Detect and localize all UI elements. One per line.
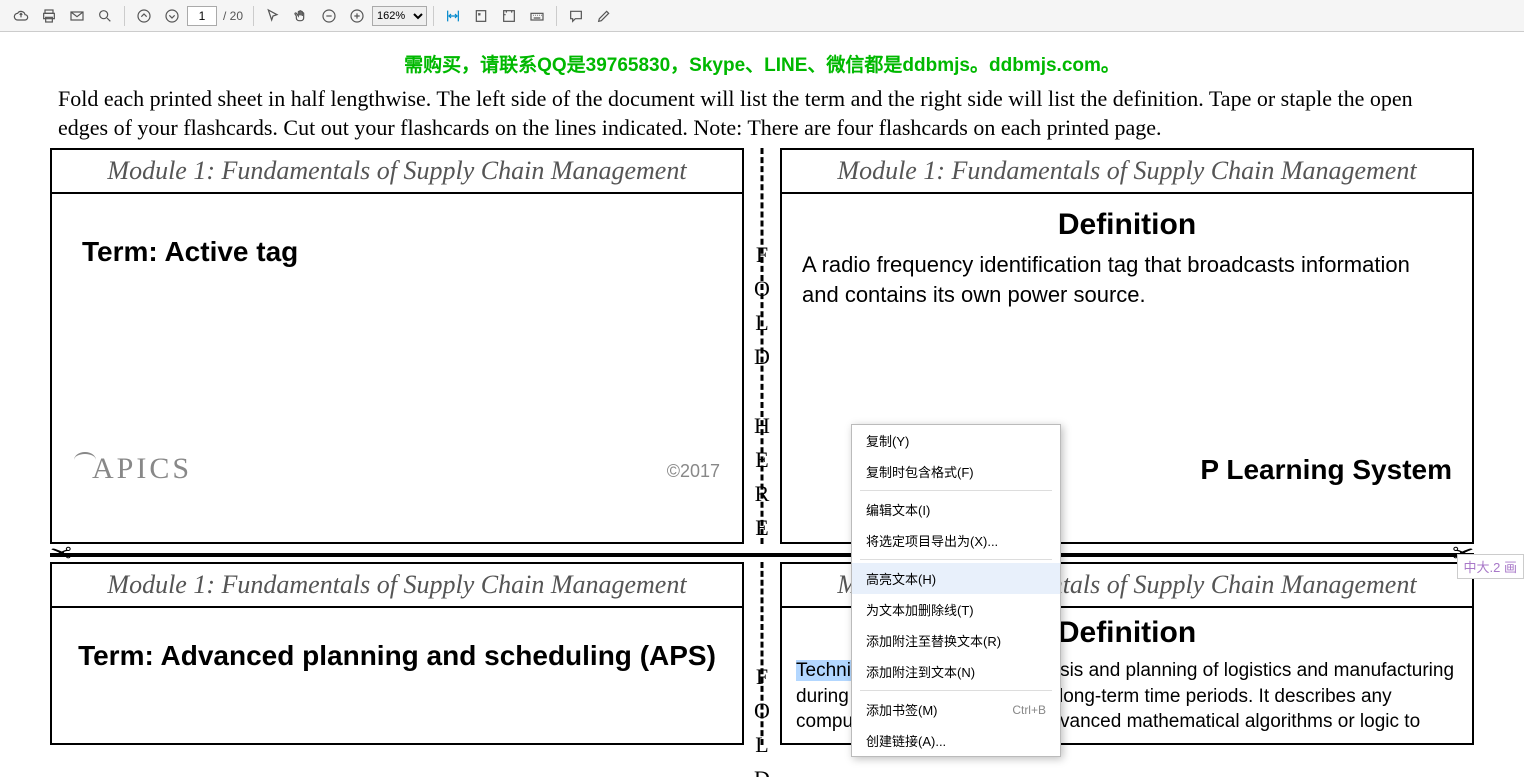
separator <box>253 6 254 26</box>
card-module-header: Module 1: Fundamentals of Supply Chain M… <box>52 150 742 194</box>
card-row-1: F O L D H E R E Module 1: Fundamentals o… <box>50 148 1474 544</box>
term-text: Term: Advanced planning and scheduling (… <box>72 622 722 690</box>
separator <box>556 6 557 26</box>
hand-icon[interactable] <box>288 3 314 29</box>
menu-copy-with-format[interactable]: 复制时包含格式(F) <box>852 456 1060 487</box>
learning-system-label: P Learning System <box>1200 454 1452 486</box>
page-up-icon[interactable] <box>131 3 157 29</box>
term-text: Term: Active tag <box>72 208 722 296</box>
document-viewport[interactable]: 需购买，请联系QQ是39765830，Skype、LINE、微信都是ddbmjs… <box>0 32 1524 777</box>
watermark-text: 需购买，请联系QQ是39765830，Skype、LINE、微信都是ddbmjs… <box>0 32 1524 85</box>
fit-width-icon[interactable] <box>440 3 466 29</box>
definition-title: Definition <box>802 208 1452 242</box>
definition-text: A radio frequency identification tag tha… <box>802 250 1452 309</box>
email-icon[interactable] <box>64 3 90 29</box>
card-module-header: Module 1: Fundamentals of Supply Chain M… <box>52 564 742 608</box>
menu-separator <box>860 559 1052 560</box>
keyboard-icon[interactable] <box>524 3 550 29</box>
fold-label: F O L D H E R E <box>754 238 770 545</box>
comment-icon[interactable] <box>563 3 589 29</box>
zoom-select[interactable]: 162% <box>372 6 427 26</box>
fold-label: F O L D <box>754 660 770 777</box>
menu-highlight-text[interactable]: 高亮文本(H) <box>852 563 1060 594</box>
menu-add-note-replace[interactable]: 添加附注至替换文本(R) <box>852 625 1060 656</box>
print-icon[interactable] <box>36 3 62 29</box>
menu-export-selection[interactable]: 将选定项目导出为(X)... <box>852 525 1060 556</box>
menu-create-link[interactable]: 创建链接(A)... <box>852 725 1060 756</box>
copyright-text: ©2017 <box>667 461 720 482</box>
pdf-toolbar: / 20 162% <box>0 0 1524 32</box>
page-down-icon[interactable] <box>159 3 185 29</box>
pencil-icon[interactable] <box>591 3 617 29</box>
flashcard-term-1: Module 1: Fundamentals of Supply Chain M… <box>50 148 744 544</box>
cut-line: ✂ ✂ <box>50 546 1474 560</box>
pointer-icon[interactable] <box>260 3 286 29</box>
flashcard-term-2: Module 1: Fundamentals of Supply Chain M… <box>50 562 744 745</box>
floating-tag[interactable]: 中大.2 画 <box>1457 554 1524 579</box>
page-number-input[interactable] <box>187 6 217 26</box>
fit-page-icon[interactable] <box>468 3 494 29</box>
search-icon[interactable] <box>92 3 118 29</box>
menu-strikethrough[interactable]: 为文本加删除线(T) <box>852 594 1060 625</box>
zoom-out-icon[interactable] <box>316 3 342 29</box>
context-menu: 复制(Y) 复制时包含格式(F) 编辑文本(I) 将选定项目导出为(X)... … <box>851 424 1061 757</box>
separator <box>124 6 125 26</box>
apics-logo: APICS <box>74 452 192 486</box>
menu-edit-text[interactable]: 编辑文本(I) <box>852 494 1060 525</box>
menu-copy[interactable]: 复制(Y) <box>852 425 1060 456</box>
fullscreen-icon[interactable] <box>496 3 522 29</box>
zoom-in-icon[interactable] <box>344 3 370 29</box>
flashcards-area: F O L D H E R E Module 1: Fundamentals o… <box>0 148 1524 745</box>
menu-add-note[interactable]: 添加附注到文本(N) <box>852 656 1060 687</box>
menu-add-bookmark[interactable]: 添加书签(M)Ctrl+B <box>852 694 1060 725</box>
card-module-header: Module 1: Fundamentals of Supply Chain M… <box>782 150 1472 194</box>
card-row-2: F O L D Module 1: Fundamentals of Supply… <box>50 562 1474 745</box>
menu-separator <box>860 690 1052 691</box>
menu-separator <box>860 490 1052 491</box>
instructions-text: Fold each printed sheet in half lengthwi… <box>0 85 1524 148</box>
separator <box>433 6 434 26</box>
shortcut-label: Ctrl+B <box>1012 703 1046 717</box>
page-total-label: / 20 <box>223 9 243 23</box>
cloud-upload-icon[interactable] <box>8 3 34 29</box>
